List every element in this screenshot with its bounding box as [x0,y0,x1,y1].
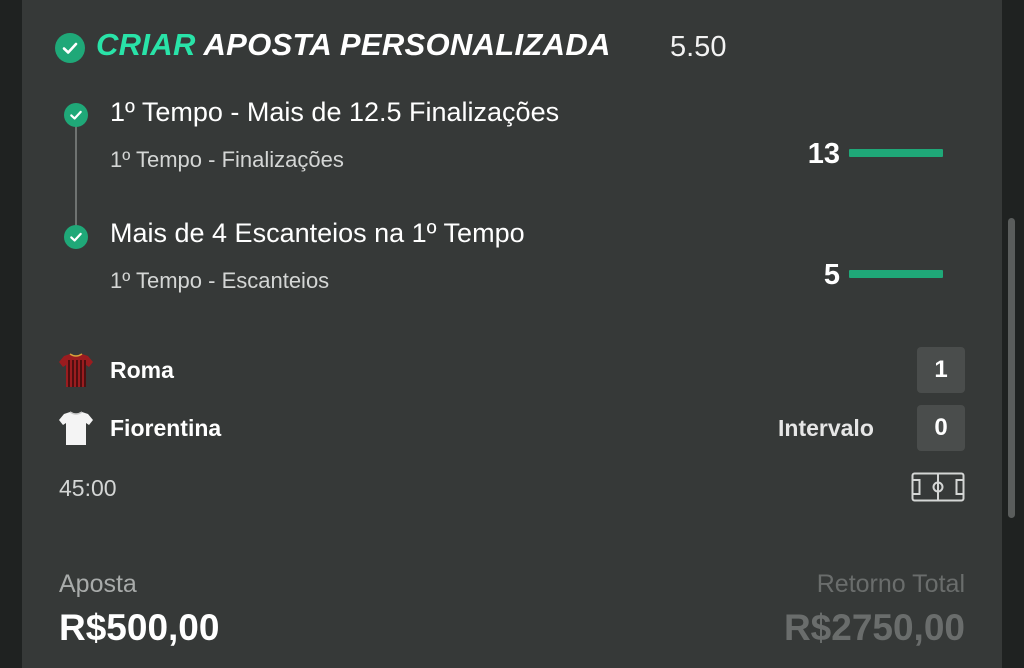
bet-odds: 5.50 [670,31,727,63]
away-jersey-icon [58,410,94,451]
return-value: R$2750,00 [783,607,965,648]
title-accent: CRIAR [96,27,196,62]
return-label: Retorno Total [816,570,965,598]
selection-market: 1º Tempo - Escanteios [110,268,330,293]
check-circle-icon [64,103,88,127]
check-circle-icon [64,225,88,249]
home-team-name: Roma [110,357,174,383]
selection-title: Mais de 4 Escanteios na 1º Tempo [110,218,525,248]
match-clock: 45:00 [59,475,117,501]
home-jersey-icon [58,352,94,393]
selection-market: 1º Tempo - Finalizações [110,147,344,172]
stat-value: 5 [823,259,840,291]
away-score: 0 [917,405,965,451]
stat-progress-bar [849,270,943,278]
match-status: Intervalo [778,415,874,441]
stake-value: R$500,00 [59,607,220,648]
stat-value: 13 [807,138,840,170]
page-title: CRIAR APOSTA PERSONALIZADA [96,27,611,63]
home-score: 1 [917,347,965,393]
selection-title: 1º Tempo - Mais de 12.5 Finalizações [110,97,560,127]
away-team-name: Fiorentina [110,415,222,441]
check-circle-icon [55,33,85,63]
selection-timeline [75,122,77,230]
pitch-icon[interactable] [911,472,965,507]
stat-progress-bar [849,149,943,157]
stake-label: Aposta [59,570,137,598]
title-rest: APOSTA PERSONALIZADA [203,27,611,62]
scrollbar[interactable] [1008,218,1015,518]
